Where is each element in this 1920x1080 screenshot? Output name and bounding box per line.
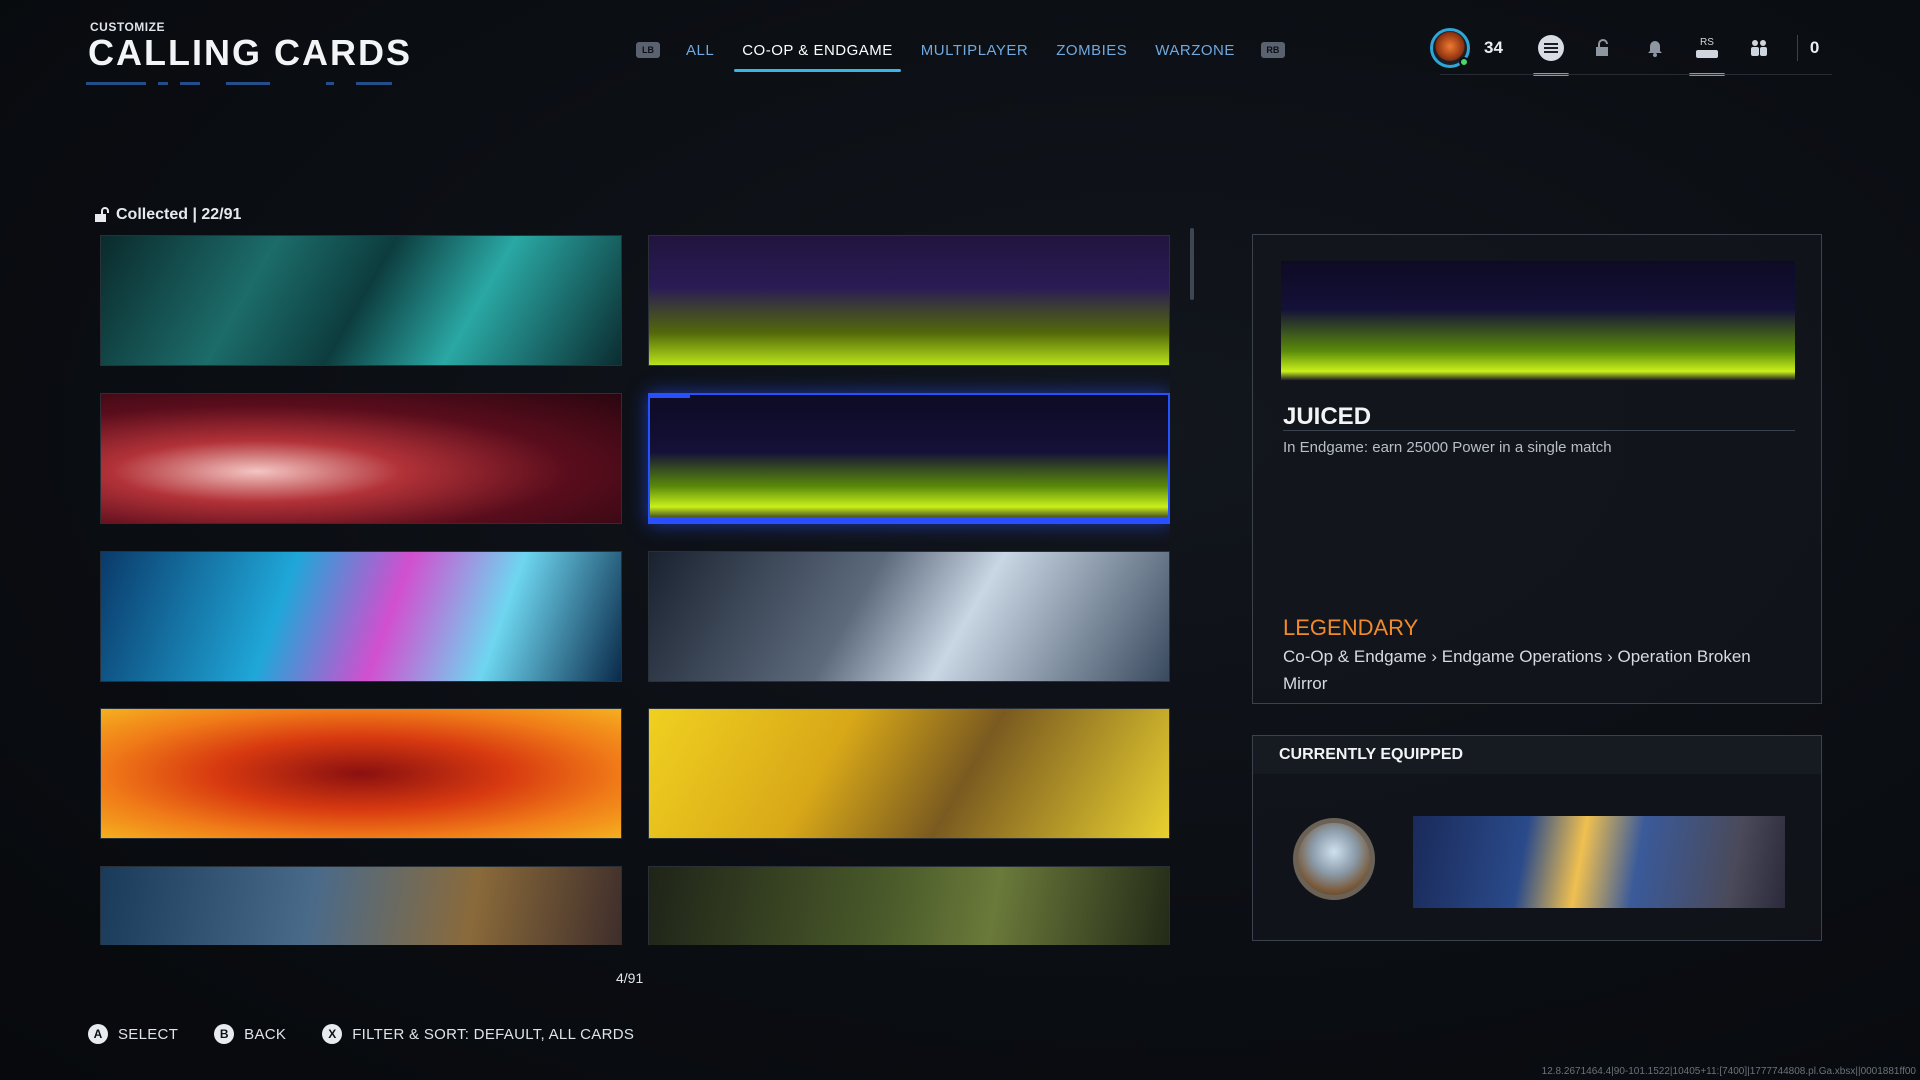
selection-tag [650,395,690,398]
card-preview-image [1281,261,1795,381]
unlock-icon [95,207,109,222]
select-label: SELECT [118,1025,179,1043]
filter-sort-label: FILTER & SORT: DEFAULT, ALL CARDS [352,1025,635,1043]
equipped-title: CURRENTLY EQUIPPED [1279,746,1464,763]
card-name: JUICED [1283,403,1372,430]
x-button-icon: X [322,1024,343,1044]
player-status-bar: 34 RS 0 [1430,24,1820,76]
detail-divider [1283,430,1795,431]
collected-label: Collected | 22/91 [116,206,242,223]
lb-bumper-icon[interactable]: LB [636,42,660,58]
notifications-button[interactable] [1635,24,1675,72]
button-prompts: A SELECT B BACK X FILTER & SORT: DEFAULT… [88,1024,670,1044]
title-decoration [86,82,416,88]
tab-coop-endgame[interactable]: CO-OP & ENDGAME [728,34,907,72]
equipped-calling-card [1413,816,1785,908]
calling-card[interactable] [648,551,1170,682]
controller-icon [1695,49,1718,58]
card-detail-panel: JUICED In Endgame: earn 25000 Power in a… [1252,234,1822,704]
card-unlock-path: Co-Op & Endgame › Endgame Operations › O… [1283,647,1751,693]
page-indicator: 4/91 [616,970,644,986]
tab-zombies[interactable]: ZOMBIES [1042,34,1141,66]
player-level: 34 [1484,38,1503,57]
menu-button[interactable] [1531,24,1571,76]
calling-card[interactable] [100,866,622,945]
select-prompt[interactable]: A SELECT [88,1024,178,1044]
calling-card-selected[interactable] [648,393,1170,524]
back-prompt[interactable]: B BACK [214,1024,286,1044]
tab-warzone[interactable]: WARZONE [1141,34,1249,66]
calling-card[interactable] [100,551,622,682]
b-button-icon: B [214,1024,235,1044]
card-description: In Endgame: earn 25000 Power in a single… [1283,439,1612,456]
page-title: CALLING CARDS [88,32,412,73]
filter-sort-prompt[interactable]: X FILTER & SORT: DEFAULT, ALL CARDS [322,1024,634,1044]
currently-equipped-panel: CURRENTLY EQUIPPED [1252,735,1822,941]
calling-card[interactable] [100,393,622,524]
social-icon [1750,40,1767,56]
rank-icon[interactable] [1430,28,1470,68]
calling-card-grid [98,233,1170,945]
collected-counter: Collected | 22/91 [94,206,241,224]
party-count: 0 [1809,38,1820,57]
card-rarity: LEGENDARY [1283,615,1419,640]
category-tabs: LB ALL CO-OP & ENDGAME MULTIPLAYER ZOMBI… [636,30,1285,72]
build-info: 12.8.2671464.4|90-101.1522|10405+11:[740… [1541,1066,1916,1077]
status-divider [1796,35,1798,61]
unlocks-button[interactable] [1583,24,1623,72]
a-button-icon: A [88,1024,108,1044]
tab-all[interactable]: ALL [672,34,728,66]
equipped-emblem [1293,818,1375,900]
social-button[interactable] [1739,24,1779,72]
calling-card[interactable] [648,235,1170,366]
calling-card[interactable] [648,708,1170,839]
calling-card[interactable] [100,235,622,366]
back-label: BACK [244,1025,287,1043]
rs-label: RS [1699,36,1714,48]
grid-scrollbar[interactable] [1190,228,1194,300]
lock-icon [1595,39,1608,56]
calling-card[interactable] [100,708,622,839]
calling-card[interactable] [648,866,1170,945]
menu-icon [1537,35,1564,61]
rs-button[interactable]: RS [1687,24,1727,76]
online-status-icon [1459,57,1469,67]
notification-icon [1647,41,1662,57]
header-divider [1440,74,1832,75]
rb-bumper-icon[interactable]: RB [1260,42,1285,58]
tab-multiplayer[interactable]: MULTIPLAYER [907,34,1042,66]
